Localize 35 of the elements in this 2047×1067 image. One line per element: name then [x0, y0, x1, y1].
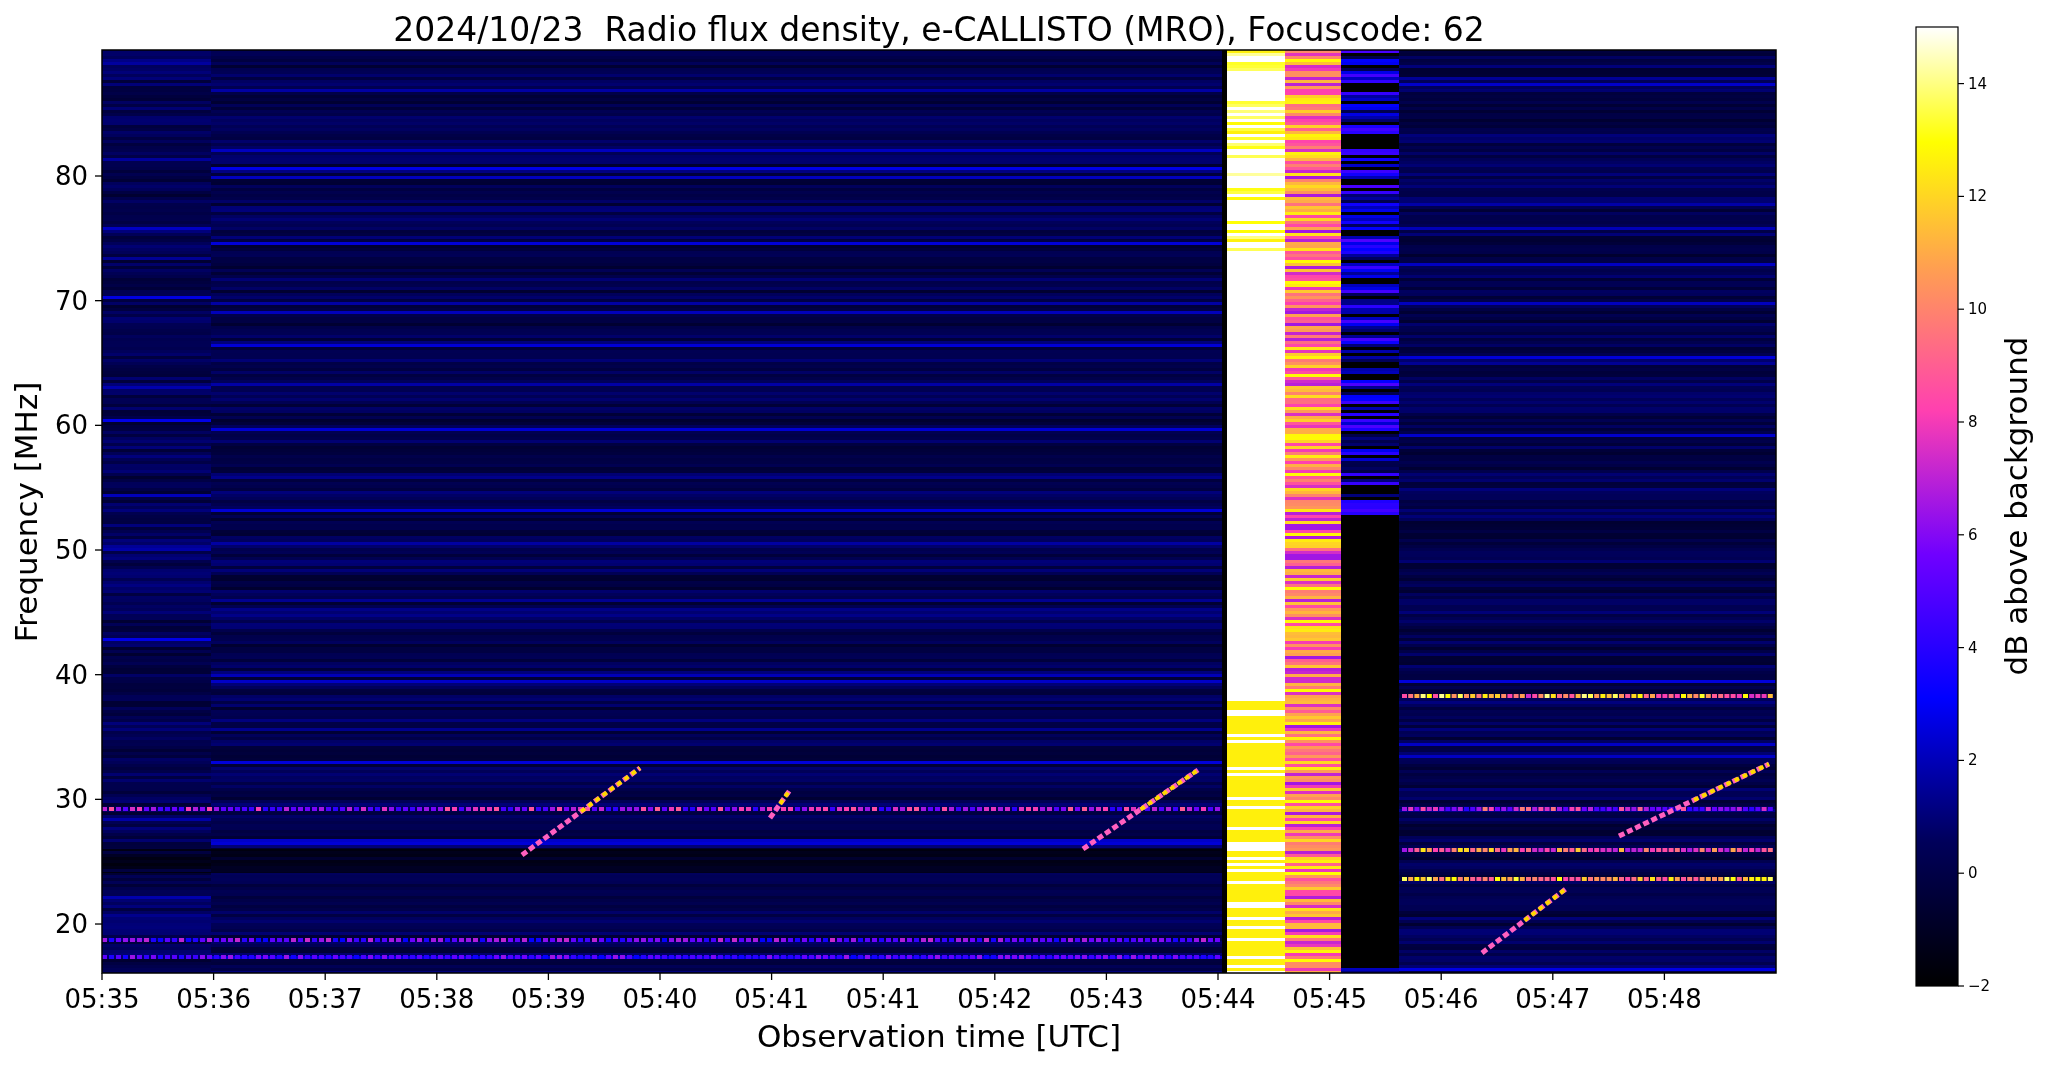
- x-tick-label: 05:37: [287, 984, 363, 1014]
- y-tick-label: 40: [54, 659, 88, 690]
- y-tick-label: 50: [54, 535, 88, 565]
- x-tick-label: 05:38: [399, 984, 475, 1014]
- x-tick-label: 05:46: [1403, 984, 1479, 1014]
- colorbar-tick-label: 6: [1968, 525, 1978, 544]
- x-tick-label: 05:44: [1180, 984, 1256, 1014]
- chart-title: 2024/10/23 Radio flux density, e-CALLISTO (MRO), Focuscode: 62: [393, 10, 1485, 49]
- y-tick-label: 60: [54, 410, 88, 441]
- x-tick-label: 05:39: [510, 984, 586, 1014]
- x-tick-label: 05:45: [1292, 984, 1368, 1014]
- colorbar-tick-label: 8: [1968, 413, 1978, 431]
- x-tick-label: 05:40: [622, 984, 698, 1014]
- y-tick-label: 20: [54, 909, 88, 939]
- colorbar-tick-label: 2: [1968, 751, 1978, 770]
- y-tick-label: 30: [54, 784, 88, 815]
- colorbar-tick-label: −2: [1968, 977, 1991, 995]
- y-tick-label: 70: [54, 285, 88, 316]
- x-tick-label: 05:42: [957, 984, 1033, 1014]
- y-axis-label: Frequency [MHz]: [8, 381, 44, 643]
- x-tick-label: 05:36: [176, 984, 252, 1014]
- y-tick-label: 80: [54, 161, 88, 191]
- colorbar-tick-label: 10: [1968, 300, 1988, 319]
- colorbar-tick-label: 12: [1968, 187, 1988, 206]
- x-tick-label: 05:48: [1626, 984, 1702, 1014]
- x-tick-label: 05:47: [1515, 984, 1591, 1014]
- x-tick-label: 05:43: [1068, 984, 1144, 1014]
- x-tick-label: 05:41: [845, 984, 921, 1014]
- colorbar-tick-label: 4: [1968, 638, 1978, 657]
- x-tick-label: 05:41: [734, 984, 810, 1014]
- colorbar-tick-label: 14: [1968, 74, 1988, 93]
- x-tick-label: 05:35: [64, 984, 140, 1014]
- colorbar-label: dB above background: [1998, 336, 2034, 676]
- colorbar-tick-label: 0: [1968, 864, 1978, 883]
- x-axis-label: Observation time [UTC]: [756, 1018, 1122, 1054]
